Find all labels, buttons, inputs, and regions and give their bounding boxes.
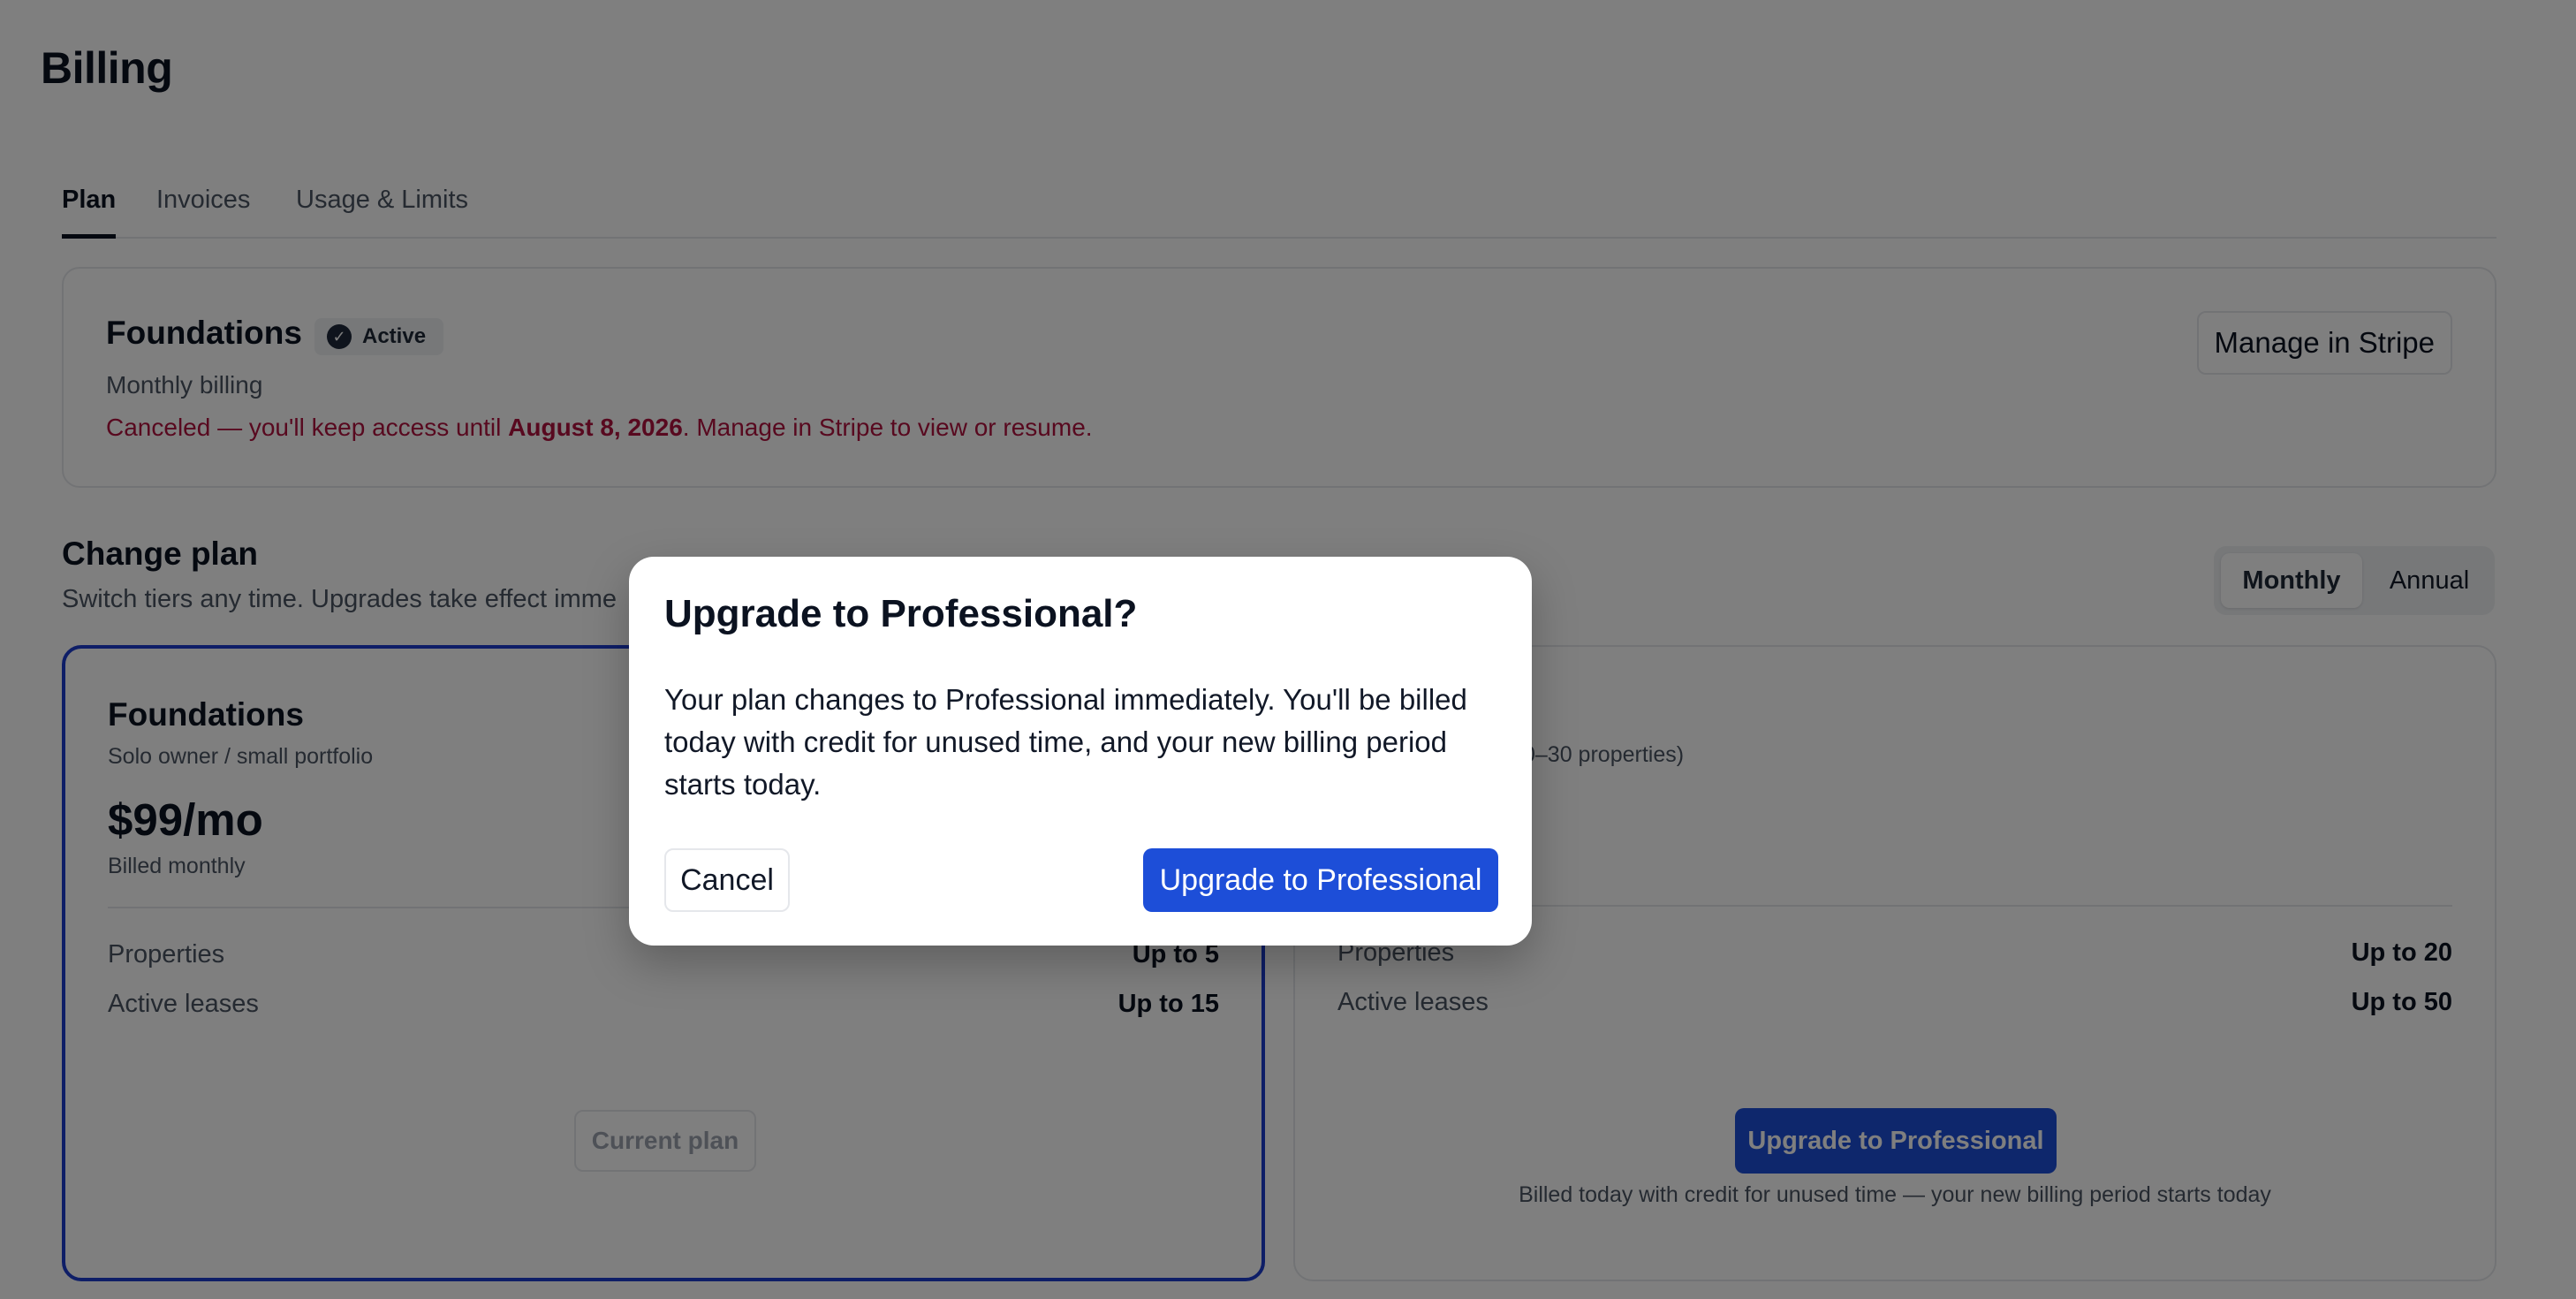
dialog-cancel-button[interactable]: Cancel (664, 848, 790, 912)
dialog-title: Upgrade to Professional? (664, 592, 1138, 635)
dialog-confirm-upgrade-button[interactable]: Upgrade to Professional (1143, 848, 1498, 912)
upgrade-confirm-dialog: Upgrade to Professional? Your plan chang… (629, 557, 1532, 946)
dialog-body: Your plan changes to Professional immedi… (664, 683, 1467, 801)
